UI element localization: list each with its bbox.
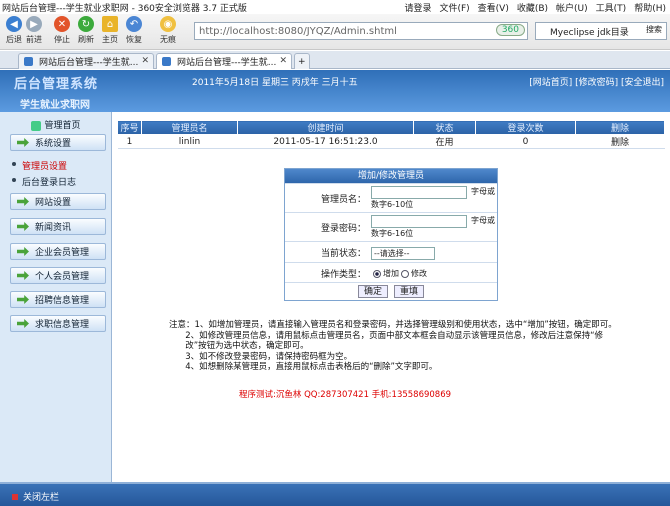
site-subtitle: 学生就业求职网 bbox=[20, 100, 90, 111]
home-icon bbox=[31, 120, 42, 131]
sidebar: 管理首页 系统设置 管理员设置 后台登录日志 网站设置 新闻资讯 企业会员管理 … bbox=[0, 112, 112, 482]
browser-menu: 请登录 文件(F) 查看(V) 收藏(B) 帐户(U) 工具(T) 帮助(H) bbox=[404, 0, 666, 14]
sidebar-item-news[interactable]: 新闻资讯 bbox=[10, 218, 106, 235]
confirm-button[interactable]: 确定 bbox=[357, 285, 388, 298]
credit-text: 程序测试:沉鱼林 QQ:287307421 手机:13558690869 bbox=[239, 390, 452, 400]
menu-account[interactable]: 帐户(U) bbox=[556, 1, 588, 14]
home-button[interactable]: ⌂ 主页 bbox=[98, 16, 122, 45]
search-value: Myeclipse jdk目录 bbox=[550, 27, 629, 38]
search-input[interactable]: Myeclipse jdk目录 搜索 bbox=[535, 22, 667, 40]
site-logo: 后台管理系统 bbox=[14, 77, 99, 92]
col-status: 状态 bbox=[413, 120, 476, 135]
stop-button[interactable]: ✕ 停止 bbox=[50, 16, 74, 45]
incognito-button[interactable]: ◉ 无痕 bbox=[156, 16, 180, 45]
sidebar-item-system[interactable]: 系统设置 bbox=[10, 134, 106, 151]
password-input[interactable] bbox=[371, 215, 467, 228]
col-logins: 登录次数 bbox=[475, 120, 576, 135]
close-icon bbox=[12, 494, 18, 500]
stop-icon: ✕ bbox=[54, 16, 70, 32]
sidebar-sub-admin-settings[interactable]: 管理员设置 bbox=[12, 159, 67, 172]
go-button[interactable]: 360 bbox=[495, 24, 525, 36]
current-date: 2011年5月18日 星期三 丙戌年 三月十五 bbox=[192, 78, 358, 88]
close-tab-icon[interactable]: ✕ bbox=[279, 56, 287, 66]
sidebar-item-personal[interactable]: 个人会员管理 bbox=[10, 267, 106, 284]
tab-2[interactable]: 网站后台管理---学生就... ✕ bbox=[156, 53, 292, 69]
menu-view[interactable]: 查看(V) bbox=[478, 1, 509, 14]
instructions: 注意：1、如增加管理员，请直接输入管理员名和登录密码，并选择管理级别和使用状态，… bbox=[169, 320, 617, 372]
page-icon bbox=[24, 57, 33, 66]
browser-titlebar: 网站后台管理---学生就业求职网 - 360安全浏览器 3.7 正式版 请登录 … bbox=[0, 0, 670, 14]
status-select[interactable]: --请选择-- bbox=[371, 247, 435, 260]
table-row: 1 linlin 2011-05-17 16:51:23.0 在用 0 删除 bbox=[117, 134, 665, 149]
refresh-icon: ↻ bbox=[78, 16, 94, 32]
page-icon bbox=[162, 57, 171, 66]
sidebar-item-site[interactable]: 网站设置 bbox=[10, 193, 106, 210]
admin-name-link[interactable]: linlin bbox=[141, 134, 238, 149]
arrow-icon bbox=[17, 138, 29, 147]
arrow-icon bbox=[17, 295, 29, 304]
address-bar[interactable]: http://localhost:8080/JYQZ/Admin.shtml 3… bbox=[194, 22, 528, 40]
arrow-icon bbox=[17, 197, 29, 206]
col-index: 序号 bbox=[117, 120, 142, 135]
site-banner: 后台管理系统 学生就业求职网 2011年5月18日 星期三 丙戌年 三月十五 [… bbox=[0, 70, 670, 112]
home-icon: ⌂ bbox=[102, 16, 118, 32]
forward-button[interactable]: ▶ 前进 bbox=[22, 16, 46, 45]
restore-button[interactable]: ↶ 恢复 bbox=[122, 16, 146, 45]
menu-favorites[interactable]: 收藏(B) bbox=[517, 1, 548, 14]
close-sidebar-button[interactable]: 关闭左栏 bbox=[12, 490, 59, 503]
window-title: 网站后台管理---学生就业求职网 - 360安全浏览器 3.7 正式版 bbox=[2, 3, 247, 14]
footer-bar: 关闭左栏 bbox=[0, 482, 670, 506]
admin-table: 序号 管理员名 创建时间 状态 登录次数 删除 1 linlin 2011-05… bbox=[117, 120, 665, 149]
close-tab-icon[interactable]: ✕ bbox=[141, 56, 149, 66]
menu-login[interactable]: 请登录 bbox=[404, 1, 431, 14]
forward-icon: ▶ bbox=[26, 16, 42, 32]
menu-help[interactable]: 帮助(H) bbox=[634, 1, 666, 14]
form-row-status: 当前状态： --请选择-- bbox=[285, 241, 497, 262]
edit-radio[interactable] bbox=[401, 269, 409, 278]
arrow-icon bbox=[17, 247, 29, 256]
address-text: http://localhost:8080/JYQZ/Admin.shtml bbox=[199, 25, 397, 37]
main-content: 序号 管理员名 创建时间 状态 登录次数 删除 1 linlin 2011-05… bbox=[113, 112, 670, 482]
admin-name-input[interactable] bbox=[371, 186, 467, 199]
menu-tools[interactable]: 工具(T) bbox=[596, 1, 627, 14]
admin-form: 增加/修改管理员 管理员名： 字母或 数字6-10位 登录密码： 字母或 数字6-1… bbox=[284, 168, 498, 301]
form-title: 增加/修改管理员 bbox=[285, 169, 497, 183]
table-header-row: 序号 管理员名 创建时间 状态 登录次数 删除 bbox=[117, 120, 665, 135]
back-icon: ◀ bbox=[6, 16, 22, 32]
form-row-name: 管理员名： 字母或 数字6-10位 bbox=[285, 183, 497, 212]
restore-icon: ↶ bbox=[126, 16, 142, 32]
delete-link[interactable]: 删除 bbox=[575, 134, 665, 149]
sidebar-item-jobs[interactable]: 招聘信息管理 bbox=[10, 291, 106, 308]
arrow-icon bbox=[17, 271, 29, 280]
arrow-icon bbox=[17, 319, 29, 328]
col-name: 管理员名 bbox=[141, 120, 238, 135]
col-created: 创建时间 bbox=[237, 120, 414, 135]
sidebar-item-resumes[interactable]: 求职信息管理 bbox=[10, 315, 106, 332]
new-tab-button[interactable]: + bbox=[294, 53, 310, 69]
menu-file[interactable]: 文件(F) bbox=[439, 1, 469, 14]
form-row-type: 操作类型： 增加 修改 bbox=[285, 262, 497, 282]
arrow-icon bbox=[17, 222, 29, 231]
tab-strip: 网站后台管理---学生就... ✕ 网站后台管理---学生就... ✕ + bbox=[0, 51, 670, 69]
search-button[interactable]: 搜索 bbox=[643, 24, 665, 35]
sidebar-item-company[interactable]: 企业会员管理 bbox=[10, 243, 106, 260]
reset-button[interactable]: 重填 bbox=[394, 285, 425, 298]
tab-1[interactable]: 网站后台管理---学生就... ✕ bbox=[18, 53, 154, 69]
refresh-button[interactable]: ↻ 刷新 bbox=[74, 16, 98, 45]
sidebar-home[interactable]: 管理首页 bbox=[0, 118, 112, 131]
form-row-password: 登录密码： 字母或 数字6-16位 bbox=[285, 212, 497, 241]
form-buttons: 确定 重填 bbox=[285, 282, 497, 300]
incognito-icon: ◉ bbox=[160, 16, 176, 32]
header-links[interactable]: [网站首页] [修改密码] [安全退出] bbox=[529, 75, 664, 88]
add-radio[interactable] bbox=[373, 269, 381, 278]
col-delete: 删除 bbox=[575, 120, 665, 135]
sidebar-sub-login-log[interactable]: 后台登录日志 bbox=[12, 175, 76, 188]
